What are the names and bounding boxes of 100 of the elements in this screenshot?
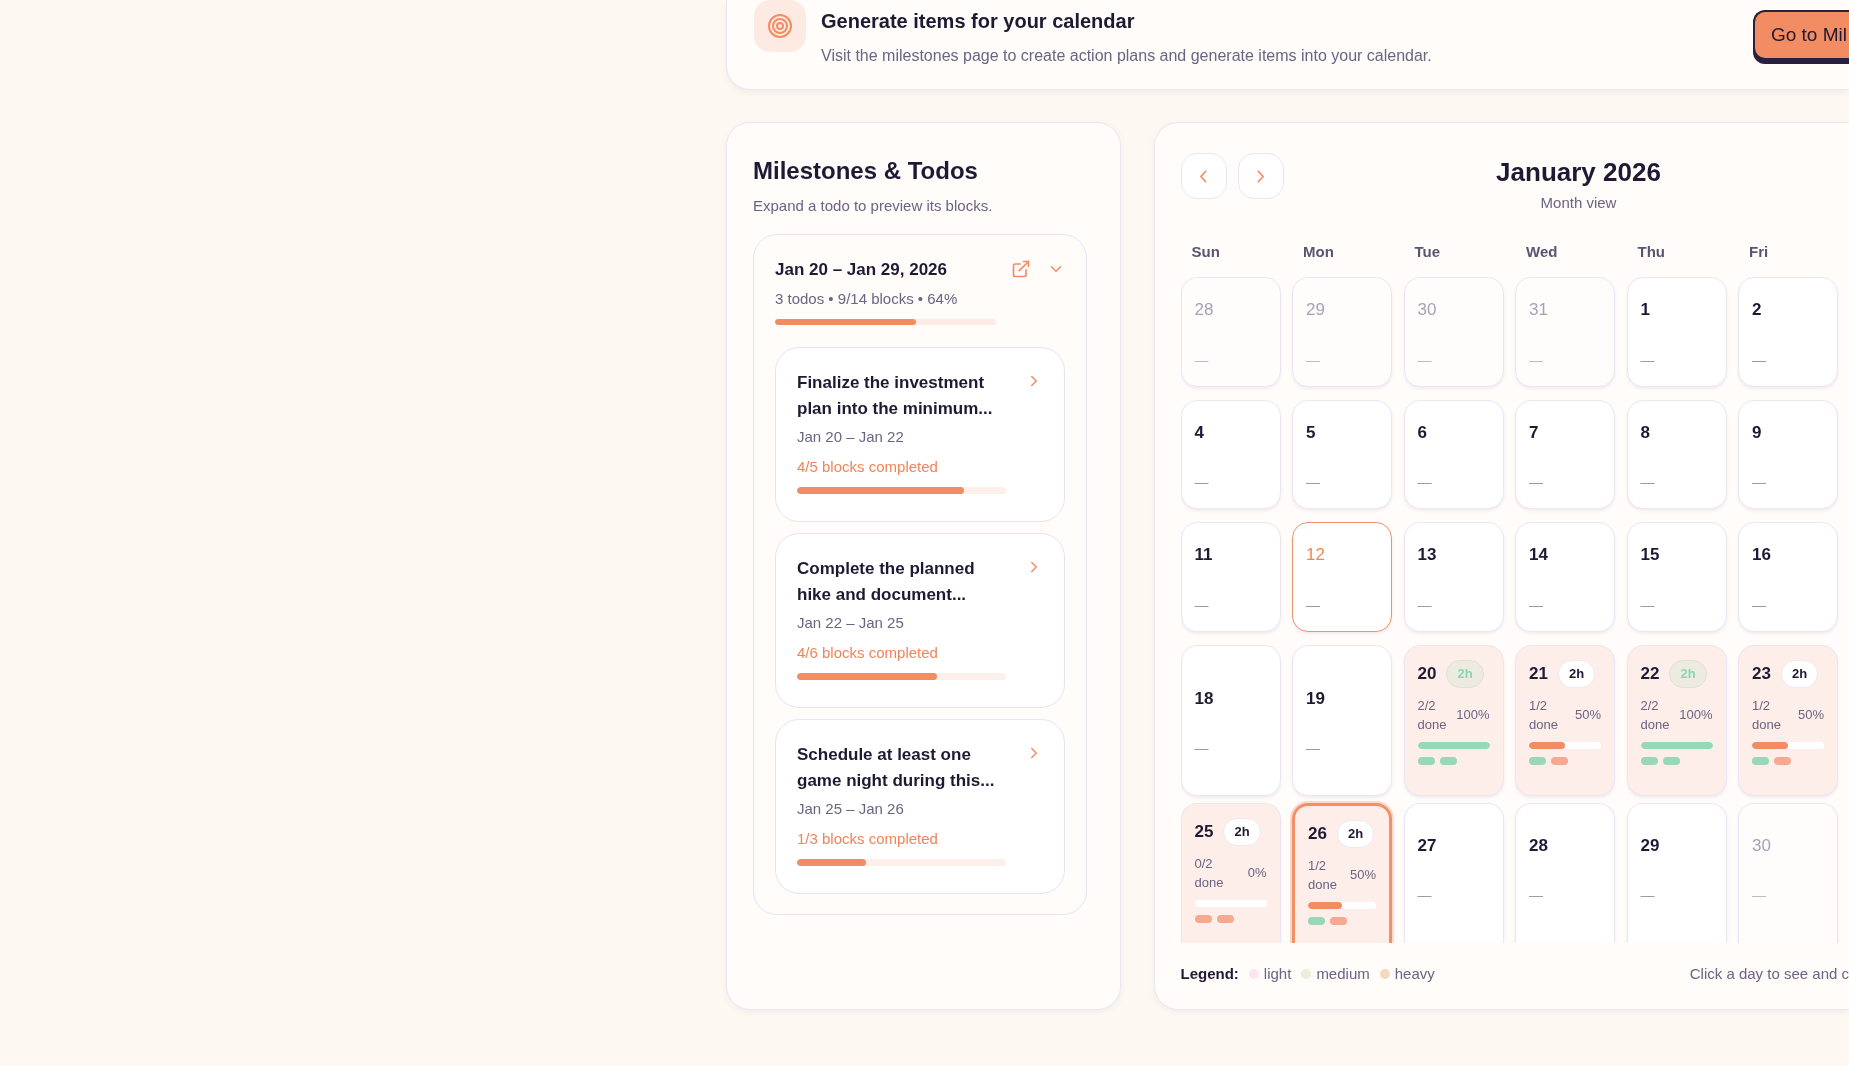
weekday-label: Thu — [1637, 241, 1666, 262]
panel-title: Milestones & Todos — [753, 156, 979, 186]
day-number: 21 — [1529, 662, 1548, 685]
day-cell[interactable]: 15 — — [1626, 522, 1727, 632]
chevron-right-icon — [1257, 169, 1264, 183]
day-cell[interactable]: 18 — — [1180, 644, 1281, 796]
day-cell[interactable]: 4 — — [1180, 399, 1281, 510]
weekday-label: Wed — [1526, 241, 1559, 262]
percent-text: 50% — [1349, 866, 1376, 885]
todo-dates: Jan 20 – Jan 22 — [797, 426, 905, 447]
day-number: 4 — [1194, 421, 1205, 444]
done-count: 1/2 done — [1308, 857, 1338, 894]
day-number: 18 — [1194, 687, 1215, 710]
day-number: 2 — [1752, 299, 1763, 321]
day-number: 1 — [1640, 299, 1651, 321]
done-count: 0/2 done — [1194, 855, 1225, 892]
day-cell[interactable]: 23 2h 1/2 done 50% — [1738, 644, 1838, 796]
progress-bar — [1308, 902, 1376, 909]
empty-dash: — — [1306, 352, 1320, 367]
next-month-button[interactable] — [1237, 153, 1284, 199]
empty-dash: — — [1306, 741, 1320, 756]
empty-dash: — — [1194, 741, 1209, 756]
day-cell[interactable]: 1 — — [1626, 277, 1727, 387]
empty-dash: — — [1529, 597, 1543, 612]
day-cell[interactable]: 7 — — [1515, 399, 1615, 510]
legend-item-label: heavy — [1394, 964, 1435, 984]
day-number: 22 — [1640, 662, 1660, 685]
day-cell[interactable]: 11 — — [1180, 522, 1281, 632]
weekday-label: Tue — [1414, 241, 1442, 262]
group-date-range: Jan 20 – Jan 29, 2026 — [775, 258, 948, 281]
day-cell[interactable]: 13 — — [1403, 522, 1504, 632]
done-count: 1/2 done — [1752, 696, 1782, 734]
empty-dash: — — [1640, 597, 1655, 612]
progress-bar — [1529, 741, 1601, 749]
percent-text: 50% — [1797, 705, 1824, 724]
day-cell[interactable]: 8 — — [1626, 399, 1727, 510]
day-cell[interactable]: 19 — — [1292, 644, 1392, 796]
empty-dash: — — [1529, 352, 1543, 367]
day-cell[interactable]: 6 — — [1403, 399, 1504, 510]
day-number: 23 — [1752, 662, 1771, 685]
empty-dash: — — [1194, 475, 1209, 490]
weekday-label: Mon — [1303, 241, 1335, 262]
percent-text: 50% — [1574, 705, 1601, 724]
day-number: 19 — [1306, 687, 1326, 710]
percent-text: 100% — [1456, 705, 1490, 724]
day-cell[interactable]: 5 — — [1292, 399, 1392, 510]
hours-badge: 2h — [1557, 659, 1596, 688]
day-number: 13 — [1417, 544, 1438, 567]
hours-badge: 2h — [1223, 818, 1261, 846]
day-cell[interactable]: 14 — — [1515, 522, 1615, 632]
day-number: 20 — [1417, 662, 1437, 685]
empty-dash: — — [1640, 475, 1655, 490]
empty-dash: — — [1529, 475, 1543, 490]
day-cell[interactable]: 9 — — [1738, 399, 1838, 510]
day-cell[interactable]: 29 — — [1626, 803, 1727, 943]
weekday-label: Sun — [1191, 241, 1221, 262]
legend-item-label: medium — [1316, 964, 1370, 984]
day-number: 12 — [1306, 544, 1326, 567]
empty-dash: — — [1752, 888, 1766, 903]
chevron-left-icon — [1200, 169, 1207, 183]
day-number: 11 — [1194, 544, 1214, 567]
day-cell[interactable]: 28 — — [1515, 803, 1615, 943]
month-subtitle: Month view — [1540, 193, 1617, 213]
legend-label: Legend: — [1180, 964, 1239, 984]
day-number: 7 — [1529, 421, 1540, 444]
day-number: 6 — [1417, 421, 1428, 444]
group-meta: 3 todos • 9/14 blocks • 64% — [775, 289, 959, 309]
day-cell[interactable]: 2 — — [1738, 277, 1838, 387]
legend-item-label: light — [1263, 964, 1292, 984]
day-number: 29 — [1640, 834, 1661, 857]
day-cell[interactable]: 25 2h 0/2 done 0% — [1180, 803, 1281, 943]
open-external-icon[interactable] — [1011, 259, 1031, 280]
empty-dash: — — [1752, 475, 1766, 490]
day-number: 5 — [1306, 421, 1317, 444]
done-count: 2/2 done — [1640, 696, 1671, 734]
todo-title: Complete the planned hike and document... — [797, 557, 976, 606]
percent-text: 100% — [1679, 705, 1713, 724]
empty-dash: — — [1752, 352, 1766, 367]
empty-dash: — — [1306, 475, 1320, 490]
empty-dash: — — [1417, 475, 1432, 490]
day-number: 26 — [1308, 823, 1327, 846]
day-number: 27 — [1417, 834, 1438, 857]
todo-title: Schedule at least one game night during this... — [797, 743, 996, 792]
day-cell[interactable]: 21 2h 1/2 done 50% — [1515, 644, 1615, 796]
panel-subtitle: Expand a todo to preview its blocks. — [753, 196, 994, 216]
day-number: 30 — [1417, 299, 1438, 321]
calendar-hint: Click a day to see and c — [1689, 964, 1849, 984]
weekday-label: Fri — [1749, 241, 1770, 262]
day-number: 8 — [1640, 421, 1651, 444]
previous-month-button[interactable] — [1180, 153, 1227, 199]
day-cell[interactable]: 26 2h 1/2 done 50% — [1292, 803, 1392, 943]
day-number: 28 — [1529, 834, 1549, 857]
target-icon — [754, 0, 806, 52]
day-number: 28 — [1194, 299, 1215, 321]
hours-badge: 2h — [1669, 659, 1707, 688]
day-cell[interactable]: 27 — — [1403, 803, 1504, 943]
empty-dash: — — [1529, 888, 1543, 903]
day-cell[interactable]: 16 — — [1738, 522, 1838, 632]
empty-dash: — — [1417, 597, 1432, 612]
day-number: 14 — [1529, 544, 1549, 567]
